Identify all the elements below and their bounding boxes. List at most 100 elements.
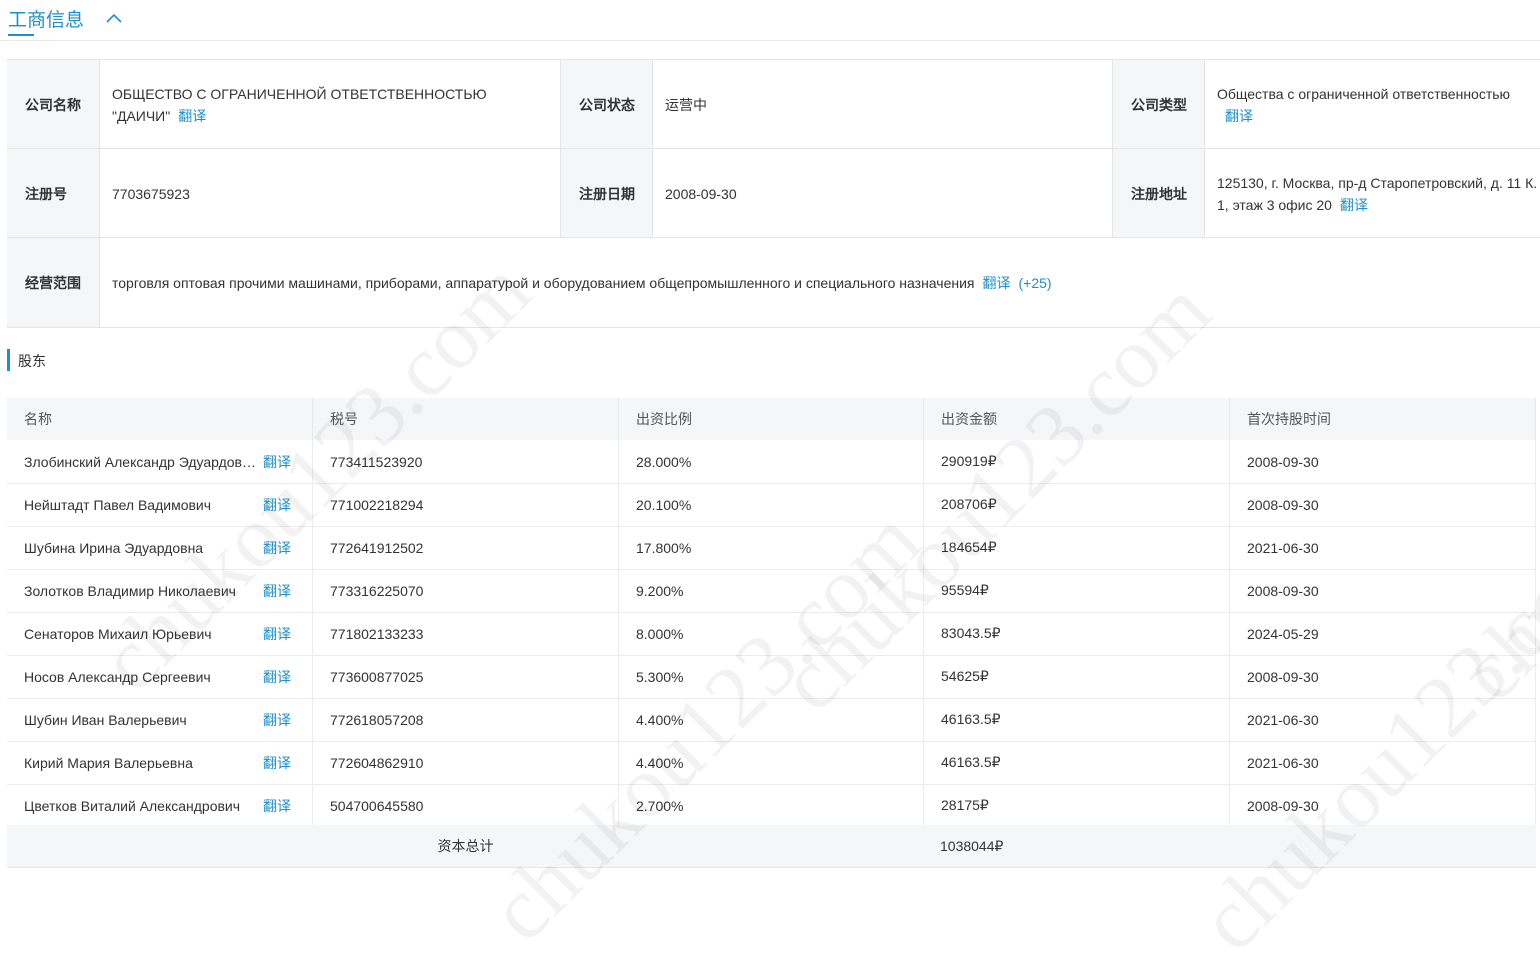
column-header-ratio: 出资比例 [619, 398, 924, 440]
translate-link[interactable]: 翻译 [263, 495, 291, 515]
translate-link[interactable]: 翻译 [263, 538, 291, 558]
shareholder-amount: 290919₽ [924, 440, 1230, 483]
shareholder-date: 2021-06-30 [1230, 741, 1536, 784]
shareholder-tax: 772641912502 [313, 526, 619, 569]
chevron-up-icon[interactable] [104, 8, 124, 28]
company-type: Общества с ограниченной ответственностью [1217, 85, 1511, 102]
translate-link[interactable]: 翻译 [178, 108, 206, 124]
shareholder-amount: 54625₽ [924, 655, 1230, 698]
shareholder-ratio: 17.800% [619, 526, 924, 569]
section-title: 工商信息 [8, 10, 85, 31]
shareholder-tax: 772618057208 [313, 698, 619, 741]
shareholder-amount: 208706₽ [924, 483, 1230, 526]
shareholder-name: Нейштадт Павел Вадимович [24, 496, 212, 513]
shareholder-name-cell: Нейштадт Павел Вадимович 翻译 [7, 483, 313, 526]
table-row: Сенаторов Михаил Юрьевич 翻译 771802133233 8.… [7, 612, 1536, 656]
business-scope: торговля оптовая прочими машинами, прибо… [112, 274, 975, 291]
section-header: 工商信息 [8, 0, 208, 40]
shareholder-amount: 184654₽ [924, 526, 1230, 569]
translate-link[interactable]: 翻译 [263, 581, 291, 601]
type-label: 公司类型 [1113, 60, 1205, 149]
company-name-value: ОБЩЕСТВО С ОГРАНИЧЕННОЙ ОТВЕТСТВЕННОСТЬЮ… [100, 60, 561, 149]
company-name-label: 公司名称 [7, 60, 100, 149]
reg-no-value: 7703675923 [100, 149, 561, 238]
scope-value: торговля оптовая прочими машинами, прибо… [100, 238, 1540, 327]
shareholders-title: 股东 [18, 353, 46, 369]
translate-link[interactable]: 翻译 [263, 796, 291, 816]
shareholder-tax: 772604862910 [313, 741, 619, 784]
shareholder-tax: 504700645580 [313, 784, 619, 827]
translate-link[interactable]: 翻译 [263, 667, 291, 687]
shareholder-date: 2008-09-30 [1230, 483, 1536, 526]
shareholder-date: 2008-09-30 [1230, 784, 1536, 827]
table-row: Кирий Мария Валерьевна 翻译 772604862910 4.40… [7, 741, 1536, 785]
reg-date-label: 注册日期 [561, 149, 653, 238]
scope-more-link[interactable]: (+25) [1019, 275, 1052, 291]
shareholder-name: Золотков Владимир Николаевич [24, 582, 236, 599]
shareholder-ratio: 9.200% [619, 569, 924, 612]
shareholder-name-cell: Кирий Мария Валерьевна 翻译 [7, 741, 313, 784]
translate-link[interactable]: 翻译 [263, 452, 291, 472]
shareholder-tax: 773316225070 [313, 569, 619, 612]
section-divider [0, 40, 1540, 41]
shareholder-amount: 95594₽ [924, 569, 1230, 612]
shareholder-date: 2008-09-30 [1230, 440, 1536, 483]
column-header-date: 首次持股时间 [1230, 398, 1536, 440]
translate-link[interactable]: 翻译 [263, 710, 291, 730]
shareholder-ratio: 4.400% [619, 741, 924, 784]
shareholder-name-cell: Шубин Иван Валерьевич 翻译 [7, 698, 313, 741]
shareholder-ratio: 8.000% [619, 612, 924, 655]
translate-link[interactable]: 翻译 [263, 624, 291, 644]
column-header-name: 名称 [7, 398, 313, 440]
shareholder-amount: 46163.5₽ [924, 741, 1230, 784]
shareholder-name: Сенаторов Михаил Юрьевич [24, 625, 212, 642]
shareholder-name-cell: Носов Александр Сергеевич 翻译 [7, 655, 313, 698]
column-header-amount: 出资金额 [924, 398, 1230, 440]
table-row: Золотков Владимир Николаевич 翻译 7733162250… [7, 569, 1536, 613]
info-row: 注册号 7703675923 注册日期 2008-09-30 注册地址 1251… [7, 148, 1540, 238]
status-value: 运营中 [653, 60, 1113, 149]
shareholder-name-cell: Злобинский Александр Эдуардович 翻译 [7, 440, 313, 483]
table-total-row: 资本总计 1038044₽ [7, 825, 1536, 868]
info-row: 公司名称 ОБЩЕСТВО С ОГРАНИЧЕННОЙ ОТВЕТСТВЕНН… [7, 59, 1540, 149]
section-title-underline [8, 34, 34, 36]
shareholder-name: Кирий Мария Валерьевна [24, 754, 193, 771]
shareholder-ratio: 28.000% [619, 440, 924, 483]
shareholder-date: 2008-09-30 [1230, 655, 1536, 698]
translate-link[interactable]: 翻译 [983, 275, 1011, 291]
table-row: Носов Александр Сергеевич 翻译 773600877025 5… [7, 655, 1536, 699]
shareholder-name-cell: Сенаторов Михаил Юрьевич 翻译 [7, 612, 313, 655]
shareholder-date: 2024-05-29 [1230, 612, 1536, 655]
table-row: Шубина Ирина Эдуардовна 翻译 772641912502 17.… [7, 526, 1536, 570]
total-label: 资本总计 [437, 838, 494, 854]
translate-link[interactable]: 翻译 [263, 753, 291, 773]
shareholder-name-cell: Золотков Владимир Николаевич 翻译 [7, 569, 313, 612]
scope-label: 经营范围 [7, 238, 100, 327]
translate-link[interactable]: 翻译 [1225, 108, 1253, 124]
reg-date-value: 2008-09-30 [653, 149, 1113, 238]
status-label: 公司状态 [561, 60, 653, 149]
shareholder-amount: 28175₽ [924, 784, 1230, 827]
shareholder-tax: 771802133233 [313, 612, 619, 655]
shareholder-ratio: 2.700% [619, 784, 924, 827]
shareholder-date: 2008-09-30 [1230, 569, 1536, 612]
shareholder-name-cell: Цветков Виталий Александрович 翻译 [7, 784, 313, 827]
shareholder-ratio: 5.300% [619, 655, 924, 698]
info-row: 经营范围 торговля оптовая прочими машинами, … [7, 237, 1540, 328]
shareholder-date: 2021-06-30 [1230, 526, 1536, 569]
address-label: 注册地址 [1113, 149, 1205, 238]
total-amount: 1038044₽ [940, 837, 1004, 854]
address: 125130, г. Москва, пр-д Старопетровский,… [1217, 174, 1538, 213]
type-value: Общества с ограниченной ответственностью… [1205, 60, 1540, 149]
company-name: ОБЩЕСТВО С ОГРАНИЧЕННОЙ ОТВЕТСТВЕННОСТЬЮ… [112, 85, 487, 124]
shareholder-name-cell: Шубина Ирина Эдуардовна 翻译 [7, 526, 313, 569]
column-header-tax: 税号 [313, 398, 619, 440]
shareholder-name: Шубина Ирина Эдуардовна [24, 539, 204, 556]
shareholder-name: Шубин Иван Валерьевич [24, 711, 187, 728]
translate-link[interactable]: 翻译 [1340, 197, 1368, 213]
table-header: 名称 税号 出资比例 出资金额 首次持股时间 [7, 398, 1536, 440]
table-row: Цветков Виталий Александрович 翻译 504700645… [7, 784, 1536, 828]
shareholder-tax: 773411523920 [313, 440, 619, 483]
shareholder-date: 2021-06-30 [1230, 698, 1536, 741]
shareholder-amount: 83043.5₽ [924, 612, 1230, 655]
